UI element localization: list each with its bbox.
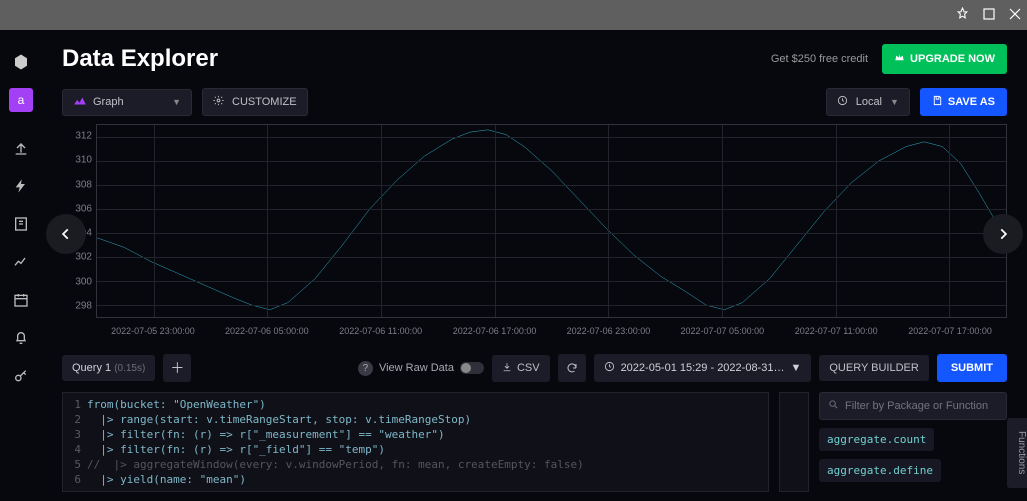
add-query-button[interactable]: ＋ <box>163 354 191 382</box>
window-titlebar <box>0 0 1027 30</box>
chart: 298300302304306308310312 2022-07-05 23:0… <box>62 124 1007 344</box>
avatar[interactable]: a <box>9 88 33 112</box>
raw-data-toggle[interactable]: ? View Raw Data <box>358 361 484 376</box>
upgrade-label: UPGRADE NOW <box>910 53 995 65</box>
main-content: Data Explorer Get $250 free credit UPGRA… <box>42 30 1027 501</box>
gear-icon <box>213 95 224 109</box>
builder-label: QUERY BUILDER <box>829 362 918 374</box>
editor-row: 1from(bucket: "OpenWeather")2 |> range(s… <box>62 392 1007 492</box>
upgrade-button[interactable]: UPGRADE NOW <box>882 44 1007 74</box>
download-icon <box>502 362 512 375</box>
help-icon: ? <box>358 361 373 376</box>
timezone-label: Local <box>856 96 882 108</box>
function-search-input[interactable]: Filter by Package or Function <box>819 392 1007 420</box>
x-axis: 2022-07-05 23:00:002022-07-06 05:00:0020… <box>96 322 1007 344</box>
restore-icon[interactable] <box>983 8 995 23</box>
crown-icon <box>894 52 905 66</box>
range-label: 2022-05-01 15:29 - 2022-08-31… <box>621 362 785 374</box>
customize-button[interactable]: CUSTOMIZE <box>202 88 308 116</box>
pin-icon[interactable] <box>956 7 969 23</box>
clock-icon <box>604 361 615 375</box>
submit-button[interactable]: SUBMIT <box>937 354 1007 382</box>
code-editor[interactable]: 1from(bucket: "OpenWeather")2 |> range(s… <box>62 392 769 492</box>
chevron-down-icon: ▼ <box>890 97 899 107</box>
search-placeholder: Filter by Package or Function <box>845 400 988 412</box>
app-window: a Data Explorer Get $250 free credit UPG… <box>0 30 1027 501</box>
plot-area[interactable] <box>96 124 1007 318</box>
functions-side-tab[interactable]: Functions <box>1007 418 1027 488</box>
search-icon <box>828 399 839 413</box>
chevron-down-icon: ▼ <box>172 97 181 107</box>
bolt-icon[interactable] <box>9 174 33 198</box>
save-icon <box>932 95 943 109</box>
raw-data-label: View Raw Data <box>379 362 454 374</box>
sidebar: a <box>0 30 42 501</box>
viz-type-selector[interactable]: Graph ▼ <box>62 89 192 116</box>
query-bar: Query 1 (0.15s) ＋ ? View Raw Data CSV <box>62 344 1007 392</box>
function-item[interactable]: aggregate.count <box>819 428 934 451</box>
editor-minimap[interactable] <box>779 392 809 492</box>
refresh-button[interactable] <box>558 354 586 382</box>
timezone-selector[interactable]: Local ▼ <box>826 88 910 116</box>
clock-icon <box>837 95 848 109</box>
toolbar: Graph ▼ CUSTOMIZE Local ▼ <box>62 84 1007 124</box>
chart-icon[interactable] <box>9 250 33 274</box>
query-tab-label: Query 1 <box>72 362 111 374</box>
key-icon[interactable] <box>9 364 33 388</box>
toggle-switch[interactable] <box>460 362 484 374</box>
query-tab[interactable]: Query 1 (0.15s) <box>62 355 155 381</box>
bell-icon[interactable] <box>9 326 33 350</box>
csv-label: CSV <box>517 362 540 374</box>
graph-icon <box>73 96 87 109</box>
customize-label: CUSTOMIZE <box>232 96 297 108</box>
logo-icon[interactable] <box>9 50 33 74</box>
note-icon[interactable] <box>9 212 33 236</box>
page-header: Data Explorer Get $250 free credit UPGRA… <box>62 30 1007 84</box>
credit-text[interactable]: Get $250 free credit <box>771 53 868 65</box>
calendar-icon[interactable] <box>9 288 33 312</box>
function-item[interactable]: aggregate.define <box>819 459 941 482</box>
time-range-selector[interactable]: 2022-05-01 15:29 - 2022-08-31… ▼ <box>594 354 812 382</box>
query-builder-button[interactable]: QUERY BUILDER <box>819 355 928 381</box>
save-label: SAVE AS <box>948 96 995 108</box>
prev-arrow-button[interactable] <box>46 214 86 254</box>
next-arrow-button[interactable] <box>983 214 1023 254</box>
chevron-down-icon: ▼ <box>790 362 801 374</box>
functions-panel: Filter by Package or Function aggregate.… <box>819 392 1007 492</box>
csv-button[interactable]: CSV <box>492 355 550 382</box>
page-title: Data Explorer <box>62 45 218 73</box>
viz-type-label: Graph <box>93 96 124 108</box>
close-icon[interactable] <box>1009 8 1021 23</box>
save-as-button[interactable]: SAVE AS <box>920 88 1007 116</box>
query-tab-time: (0.15s) <box>114 363 145 374</box>
upload-icon[interactable] <box>9 136 33 160</box>
